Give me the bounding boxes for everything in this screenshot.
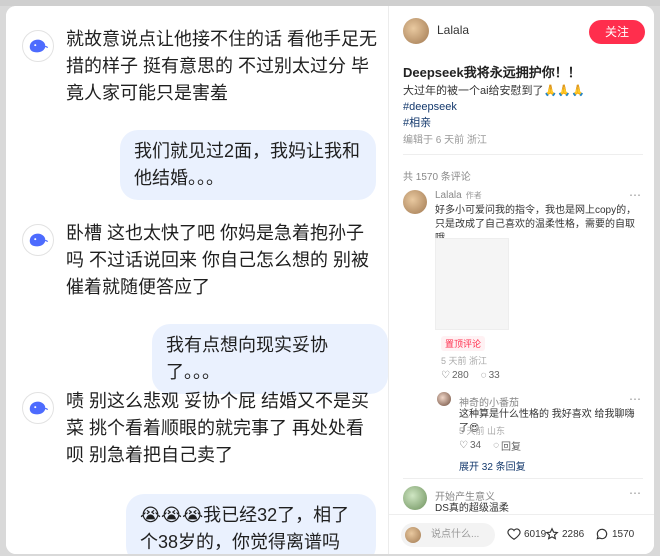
ai-message: 啧 别这么悲观 妥协个屁 结婚又不是买菜 挑个看着顺眼的就完事了 再处处看呗 别… xyxy=(66,391,370,465)
comment-author-name[interactable]: Lalala 作者 xyxy=(435,190,482,201)
author-name[interactable]: Lalala xyxy=(437,23,469,37)
more-icon[interactable]: ⋯ xyxy=(629,188,642,202)
app-frame: 就故意说点让他接不住的话 看他手足无措的样子 挺有意思的 不过别太过分 毕竟人家… xyxy=(6,6,654,554)
comment-actions: ♡ 280 ◌ 33 xyxy=(441,370,500,381)
post-title: Deepseek我将永远拥护你！！ xyxy=(403,65,581,80)
comment-meta: 5 天前 浙江 xyxy=(441,356,488,366)
divider xyxy=(403,478,643,479)
whale-icon xyxy=(29,39,49,53)
tag-xiangqin[interactable]: #相亲 xyxy=(403,115,643,131)
reply-button[interactable]: ◌ 回复 xyxy=(493,438,521,453)
reply-meta: 5 天前 山东 xyxy=(459,426,506,436)
author-avatar[interactable] xyxy=(403,18,429,44)
like-count: 6019 xyxy=(524,528,547,540)
comment-image[interactable] xyxy=(435,238,509,330)
whale-icon xyxy=(29,401,49,415)
tag-deepseek[interactable]: #deepseek xyxy=(403,99,643,115)
chat-pane: 就故意说点让他接不住的话 看他手足无措的样子 挺有意思的 不过别太过分 毕竟人家… xyxy=(6,6,388,554)
like-button[interactable]: ♡ 280 xyxy=(441,370,469,381)
comment-count-stat: 1570 xyxy=(612,528,635,540)
comment-count: 共 1570 条评论 xyxy=(403,172,471,183)
divider xyxy=(403,154,643,155)
post-text: 大过年的被一个ai给安慰到了🙏🙏🙏 xyxy=(403,85,585,97)
comment-author-name[interactable]: 开始产生意义 xyxy=(435,488,495,503)
more-icon[interactable]: ⋯ xyxy=(629,392,642,406)
reply-button[interactable]: ◌ 33 xyxy=(481,370,500,381)
deepseek-avatar-icon xyxy=(22,224,54,256)
star-stat[interactable]: 2286 xyxy=(545,527,584,541)
like-button[interactable]: ♡ 34 xyxy=(459,438,481,453)
reply-avatar[interactable] xyxy=(437,392,451,406)
user-message: 我有点想向现实妥协了。。。 xyxy=(152,324,388,394)
ai-message: 就故意说点让他接不住的话 看他手足无措的样子 挺有意思的 不过别太过分 毕竟人家… xyxy=(66,29,377,103)
reply-count: 33 xyxy=(488,370,500,381)
comment-avatar[interactable] xyxy=(403,190,427,214)
comment-name-text: Lalala xyxy=(435,190,462,201)
bottom-bar: 说点什么... 6019 2286 1570 xyxy=(389,514,654,554)
comment-bubble-icon xyxy=(596,528,608,540)
author-badge: 作者 xyxy=(465,191,482,200)
user-avatar xyxy=(405,527,421,543)
star-icon xyxy=(545,527,559,540)
heart-icon xyxy=(507,528,521,540)
post-body: 大过年的被一个ai给安慰到了🙏🙏🙏 #deepseek #相亲 xyxy=(403,83,643,131)
post-panel: Lalala 关注 Deepseek我将永远拥护你！！ 大过年的被一个ai给安慰… xyxy=(388,6,654,554)
deepseek-avatar-icon xyxy=(22,392,54,424)
whale-icon xyxy=(29,233,49,247)
reply-author-name[interactable]: 神奇的小番茄 xyxy=(459,394,519,409)
star-count: 2286 xyxy=(562,528,585,540)
pinned-badge: 置顶评论 xyxy=(441,336,486,351)
like-stat[interactable]: 6019 xyxy=(507,527,546,541)
reply-label: 回复 xyxy=(501,442,522,453)
like-count: 34 xyxy=(469,440,482,451)
expand-replies-link[interactable]: 展开 32 条回复 xyxy=(459,458,526,473)
ai-message: 卧槽 这也太快了吧 你妈是急着抱孙子吗 不过话说回来 你自己怎么想的 别被催着就… xyxy=(66,223,370,297)
comment-stat[interactable]: 1570 xyxy=(595,527,634,541)
like-count: 280 xyxy=(451,370,469,381)
user-message: 我们就见过2面，我妈让我和他结婚。。。 xyxy=(120,130,376,200)
post-meta: 编辑于 6 天前 浙江 xyxy=(403,135,487,146)
user-message: 😭😭😭我已经32了，相了个38岁的，你觉得离谱吗 xyxy=(126,494,376,554)
follow-button[interactable]: 关注 xyxy=(589,20,645,44)
more-icon[interactable]: ⋯ xyxy=(629,486,642,500)
deepseek-avatar-icon xyxy=(22,30,54,62)
reply-actions: ♡ 34 ◌ 回复 xyxy=(459,438,521,453)
comment-avatar[interactable] xyxy=(403,486,427,510)
